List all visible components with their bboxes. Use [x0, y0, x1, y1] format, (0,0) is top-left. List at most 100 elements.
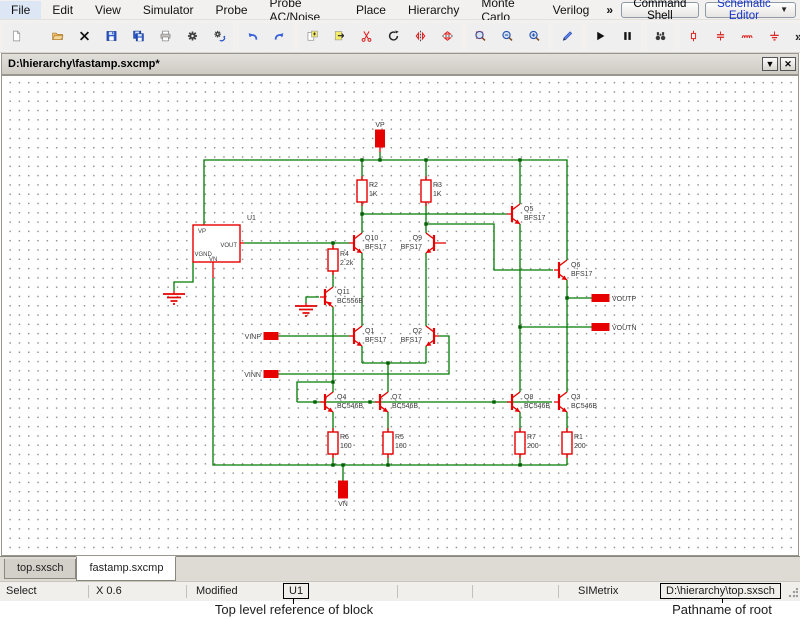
wire[interactable]	[278, 336, 449, 374]
terminal-VINP[interactable]: VINP	[245, 333, 278, 342]
resize-grip[interactable]	[788, 588, 798, 598]
svg-text:BC546B: BC546B	[571, 403, 597, 410]
document-titlebar: D:\hierarchy\fastamp.sxcmp* ▼ ✕	[1, 53, 799, 75]
rotate-icon[interactable]	[380, 23, 407, 50]
transistor-Q11[interactable]: Q11BC556B	[320, 287, 363, 307]
find-binoculars-icon[interactable]	[647, 23, 674, 50]
sheet-tab-fastamp-sxcmp[interactable]: fastamp.sxcmp	[76, 556, 176, 581]
junction-dot	[492, 400, 495, 403]
undo-icon[interactable]	[239, 23, 266, 50]
place-resistor-icon[interactable]	[680, 23, 707, 50]
junction-dot	[378, 158, 381, 161]
paste-insert-icon[interactable]	[326, 23, 353, 50]
resistor-R1[interactable]: R1200	[562, 428, 586, 458]
new-dropdown-icon[interactable]	[30, 23, 44, 50]
hierarchy-block-U1[interactable]: VPVOUTVGNDVNU1	[193, 215, 256, 263]
wire[interactable]	[174, 262, 193, 291]
svg-text:R5: R5	[395, 434, 404, 441]
junction-dot	[518, 463, 521, 466]
annotation-block-ref: Top level reference of block	[164, 602, 424, 617]
terminal-VOUTN[interactable]: VOUTN	[592, 324, 637, 333]
zoom-area-icon[interactable]	[467, 23, 494, 50]
place-inductor-icon[interactable]	[734, 23, 761, 50]
transistor-Q5[interactable]: Q5BFS17	[507, 204, 546, 224]
svg-text:Q5: Q5	[524, 206, 533, 213]
menu-file[interactable]: File	[0, 1, 41, 19]
wire[interactable]	[297, 382, 333, 402]
menu-simulator[interactable]: Simulator	[132, 1, 205, 19]
ground-symbol[interactable]	[295, 303, 317, 316]
junction-dot	[518, 325, 521, 328]
wire[interactable]	[426, 224, 553, 270]
wire-pencil-icon[interactable]	[554, 23, 581, 50]
close-document-icon[interactable]	[71, 23, 98, 50]
flip-horizontal-icon[interactable]	[407, 23, 434, 50]
transistor-Q6[interactable]: Q6BFS17	[554, 260, 593, 280]
terminal-VINN[interactable]: VINN	[244, 371, 278, 380]
menu-place[interactable]: Place	[345, 1, 397, 19]
svg-text:Q2: Q2	[413, 328, 422, 335]
resistor-R2[interactable]: R21K	[357, 176, 378, 206]
resistor-R6[interactable]: R6100	[328, 428, 352, 458]
schematic-drawing: R21KR31KR42.2kR6100R5100R7200R1200Q10BFS…	[1, 75, 800, 556]
menu-probe[interactable]: Probe	[205, 1, 259, 19]
menu-edit[interactable]: Edit	[41, 1, 84, 19]
save-icon[interactable]	[98, 23, 125, 50]
print-icon[interactable]	[152, 23, 179, 50]
svg-text:Q3: Q3	[571, 394, 580, 401]
transistor-Q9[interactable]: Q9BFS17	[401, 233, 446, 253]
svg-text:R1: R1	[574, 434, 583, 441]
resistor-R7[interactable]: R7200	[515, 428, 539, 458]
transistor-Q10[interactable]: Q10BFS17	[349, 233, 387, 253]
status-root-path: D:\hierarchy\top.sxsch	[660, 583, 781, 599]
flip-vertical-icon[interactable]	[434, 23, 461, 50]
status-separator	[558, 585, 559, 598]
zoom-in-icon[interactable]	[521, 23, 548, 50]
schematic-canvas[interactable]: R21KR31KR42.2kR6100R5100R7200R1200Q10BFS…	[1, 75, 799, 556]
svg-text:100: 100	[395, 443, 407, 450]
collapse-window-button[interactable]: ▼	[762, 57, 778, 71]
junction-dot	[313, 400, 316, 403]
resistor-R5[interactable]: R5100	[383, 428, 407, 458]
menu-view[interactable]: View	[84, 1, 132, 19]
transistor-Q1[interactable]: Q1BFS17	[349, 326, 387, 346]
zoom-out-icon[interactable]	[494, 23, 521, 50]
status-app-name: SIMetrix	[578, 585, 618, 597]
transistor-Q2[interactable]: Q2BFS17	[401, 326, 439, 346]
terminal-VOUTP[interactable]: VOUTP	[592, 295, 636, 304]
cut-icon[interactable]	[353, 23, 380, 50]
command-shell-button[interactable]: Command Shell	[621, 2, 699, 18]
ground-symbol[interactable]	[163, 291, 185, 304]
resistor-R3[interactable]: R31K	[421, 176, 442, 206]
sheet-tab-top-sxsch[interactable]: top.sxsch	[4, 559, 76, 579]
terminal-VP[interactable]: VP	[375, 122, 385, 147]
terminal-VN[interactable]: VN	[338, 481, 348, 508]
junction-dot	[360, 158, 363, 161]
copy-page-new-icon[interactable]	[299, 23, 326, 50]
save-all-icon[interactable]	[125, 23, 152, 50]
status-separator	[88, 585, 89, 598]
place-ground-icon[interactable]	[761, 23, 788, 50]
open-folder-icon[interactable]	[44, 23, 71, 50]
junction-dot	[331, 241, 334, 244]
svg-text:BFS17: BFS17	[571, 271, 593, 278]
more-chevron-icon[interactable]: »	[788, 23, 800, 50]
menu-overflow-chevron-icon[interactable]: »	[600, 3, 619, 17]
resistor-R4[interactable]: R42.2k	[328, 245, 354, 275]
wire[interactable]	[306, 297, 319, 303]
svg-text:VOUTP: VOUTP	[612, 296, 636, 303]
menu-hierarchy[interactable]: Hierarchy	[397, 1, 470, 19]
refresh-settings-icon[interactable]	[206, 23, 233, 50]
place-capacitor-icon[interactable]	[707, 23, 734, 50]
transistor-Q3[interactable]: Q3 BC546B	[554, 392, 597, 412]
close-window-button[interactable]: ✕	[780, 57, 796, 71]
junction-dot	[424, 158, 427, 161]
settings-gear-icon[interactable]	[179, 23, 206, 50]
redo-icon[interactable]	[266, 23, 293, 50]
run-simulation-icon[interactable]	[587, 23, 614, 50]
schematic-editor-select[interactable]: Schematic Editor▼	[705, 2, 796, 18]
svg-text:100: 100	[340, 443, 352, 450]
pause-simulation-icon[interactable]	[614, 23, 641, 50]
menu-verilog[interactable]: Verilog	[542, 1, 601, 19]
new-document-icon[interactable]	[3, 23, 30, 50]
